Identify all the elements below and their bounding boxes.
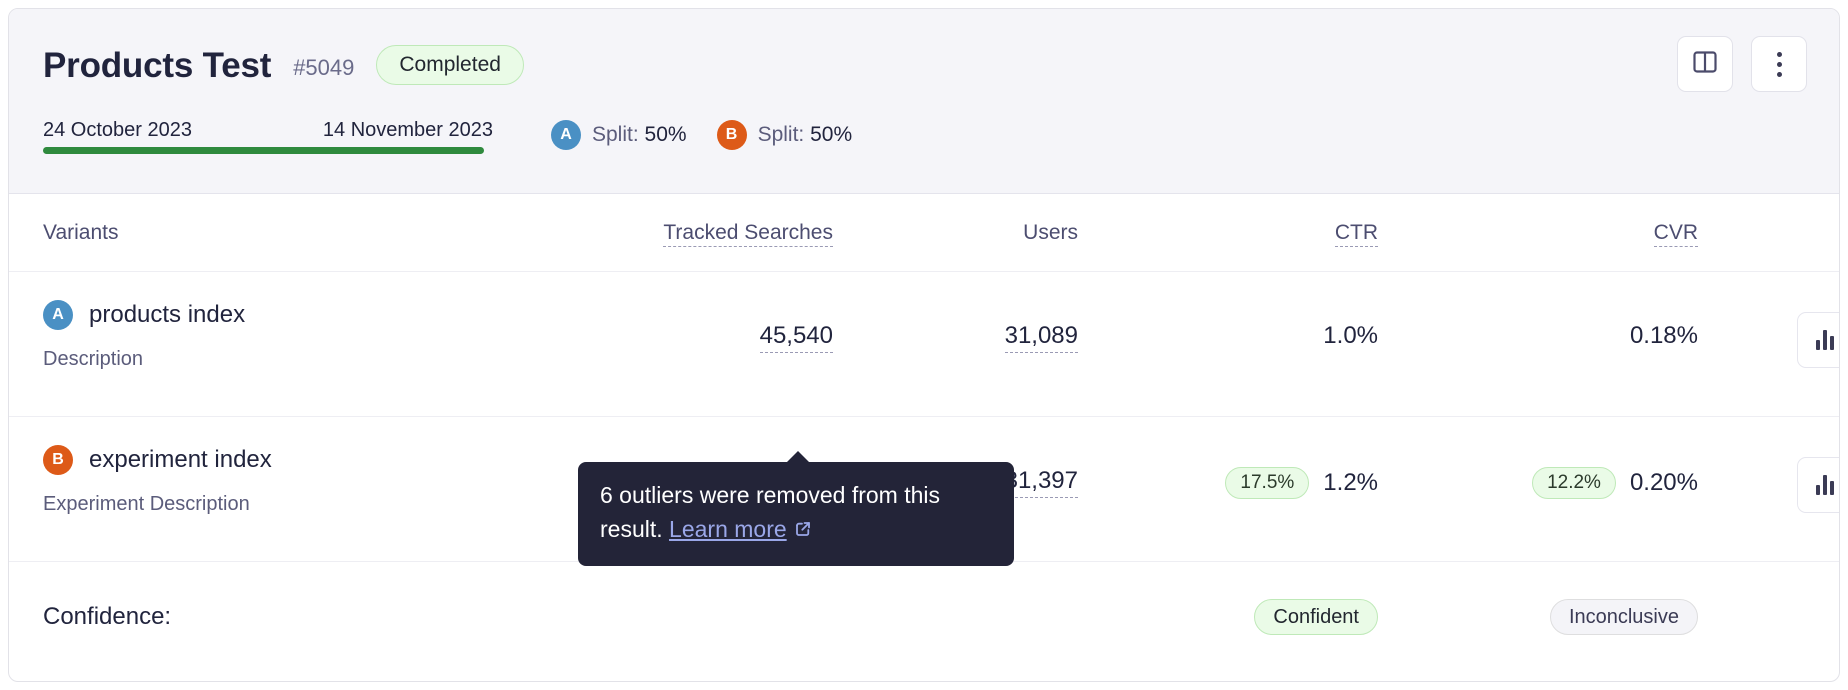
value-tracked-searches-a: 45,540 (759, 300, 833, 353)
split-view-button[interactable] (1677, 36, 1733, 92)
experiment-card: Products Test #5049 Completed 24 October… (8, 8, 1840, 682)
variant-a-chart-button[interactable] (1797, 312, 1839, 368)
end-date: 14 November 2023 (322, 118, 493, 141)
split-b-value: 50% (810, 123, 853, 146)
start-date: 24 October 2023 (43, 118, 192, 141)
value-cvr-b: 0.20% (1629, 469, 1698, 496)
variant-cell-b: B experiment index Experiment Descriptio… (43, 445, 588, 516)
more-options-button[interactable] (1751, 36, 1807, 92)
tooltip-text: 6 outliers were removed from this result… (600, 478, 992, 548)
variant-b-letter-icon: B (43, 445, 73, 475)
cell-users-a[interactable]: 31,089 (833, 300, 1078, 353)
column-header-variants: Variants (43, 220, 119, 244)
variant-a-letter-icon: A (43, 300, 73, 330)
vertical-dots-icon (1776, 51, 1782, 77)
confidence-row: Confidence: Confident Inconclusive (9, 562, 1839, 672)
metric-cvr-b: 12.2% 0.20% (1378, 445, 1698, 499)
confidence-cvr-badge: Inconclusive (1549, 599, 1698, 635)
split-a-label: Split: 50% (592, 123, 687, 147)
cell-ctr-b: 17.5% 1.2% (1078, 445, 1378, 499)
test-id: #5049 (293, 54, 355, 80)
column-header-ctr[interactable]: CTR (1078, 220, 1378, 247)
cell-ctr-a: 1.0% (1078, 300, 1378, 350)
status-badge: Completed (376, 45, 524, 85)
variant-b-description: Experiment Description (43, 493, 250, 515)
learn-more-link[interactable]: Learn more (669, 516, 787, 542)
cell-action-b (1698, 445, 1839, 513)
split-b-text: Split: (757, 123, 805, 146)
date-range: 24 October 2023 14 November 2023 (43, 118, 493, 154)
columns-panel-icon (1692, 49, 1718, 80)
cell-cvr-a: 0.18% (1378, 300, 1698, 350)
variant-b-name: experiment index (89, 446, 272, 473)
column-header-tracked-searches[interactable]: Tracked Searches (588, 220, 833, 247)
value-cvr-a: 0.18% (1629, 322, 1698, 349)
variant-cell-a: A products index Description (43, 300, 588, 371)
variant-a-name: products index (89, 301, 246, 328)
split-variant-a: A Split: 50% (551, 120, 687, 150)
ctr-improvement-badge-b: 17.5% (1225, 467, 1310, 499)
external-link-icon[interactable] (793, 514, 813, 548)
outliers-tooltip: 6 outliers were removed from this result… (578, 451, 1014, 566)
value-users-a: 31,089 (1004, 300, 1078, 353)
metric-ctr-a: 1.0% (1078, 300, 1378, 350)
split-b-label: Split: 50% (758, 123, 853, 147)
cell-tracked-searches-a[interactable]: 45,540 (588, 300, 833, 353)
variant-a-main: A products index (43, 300, 588, 330)
title-row: Products Test #5049 Completed (43, 37, 1805, 93)
column-header-ctr-label: CTR (1334, 220, 1378, 247)
card-header: Products Test #5049 Completed 24 October… (9, 9, 1839, 194)
results-table: Variants Tracked Searches Users CTR CVR … (9, 194, 1839, 672)
table-header-row: Variants Tracked Searches Users CTR CVR (9, 194, 1839, 272)
header-actions (1677, 36, 1807, 92)
progress-bar (43, 146, 484, 154)
value-ctr-a: 1.0% (1323, 322, 1378, 349)
column-header-tracked-searches-label: Tracked Searches (663, 220, 833, 247)
tooltip-arrow-icon (786, 451, 810, 463)
variant-b-main: B experiment index (43, 445, 588, 475)
split-a-value: 50% (644, 123, 687, 146)
variant-b-badge-icon: B (716, 120, 747, 150)
confidence-label: Confidence: (43, 603, 172, 630)
split-variant-b: B Split: 50% (716, 120, 853, 150)
cvr-improvement-badge-b: 12.2% (1532, 467, 1616, 499)
column-header-cvr-label: CVR (1653, 220, 1698, 247)
cell-cvr-b: 12.2% 0.20% (1378, 445, 1698, 499)
cell-action-a (1698, 300, 1839, 368)
confidence-ctr-cell: Confident (1078, 599, 1378, 635)
page-title: Products Test (43, 45, 272, 85)
metric-cvr-a: 0.18% (1378, 300, 1698, 350)
split-group: A Split: 50% B Split: 50% (551, 120, 852, 150)
value-ctr-b: 1.2% (1323, 469, 1378, 496)
metric-ctr-b: 17.5% 1.2% (1078, 445, 1378, 499)
confidence-ctr-badge: Confident (1254, 599, 1378, 635)
column-header-users: Users (1023, 220, 1078, 244)
value-users-b: 31,397 (1004, 445, 1078, 498)
split-a-text: Split: (592, 123, 639, 146)
experiment-results-page: Products Test #5049 Completed 24 October… (0, 0, 1848, 690)
confidence-cvr-cell: Inconclusive (1378, 599, 1698, 635)
variant-a-description: Description (43, 348, 144, 370)
meta-row: 24 October 2023 14 November 2023 A Split… (43, 115, 1805, 155)
column-header-cvr[interactable]: CVR (1378, 220, 1698, 247)
table-row: A products index Description 45,540 31,0… (9, 272, 1839, 417)
variant-b-chart-button[interactable] (1797, 457, 1839, 513)
variant-a-badge-icon: A (551, 120, 581, 150)
